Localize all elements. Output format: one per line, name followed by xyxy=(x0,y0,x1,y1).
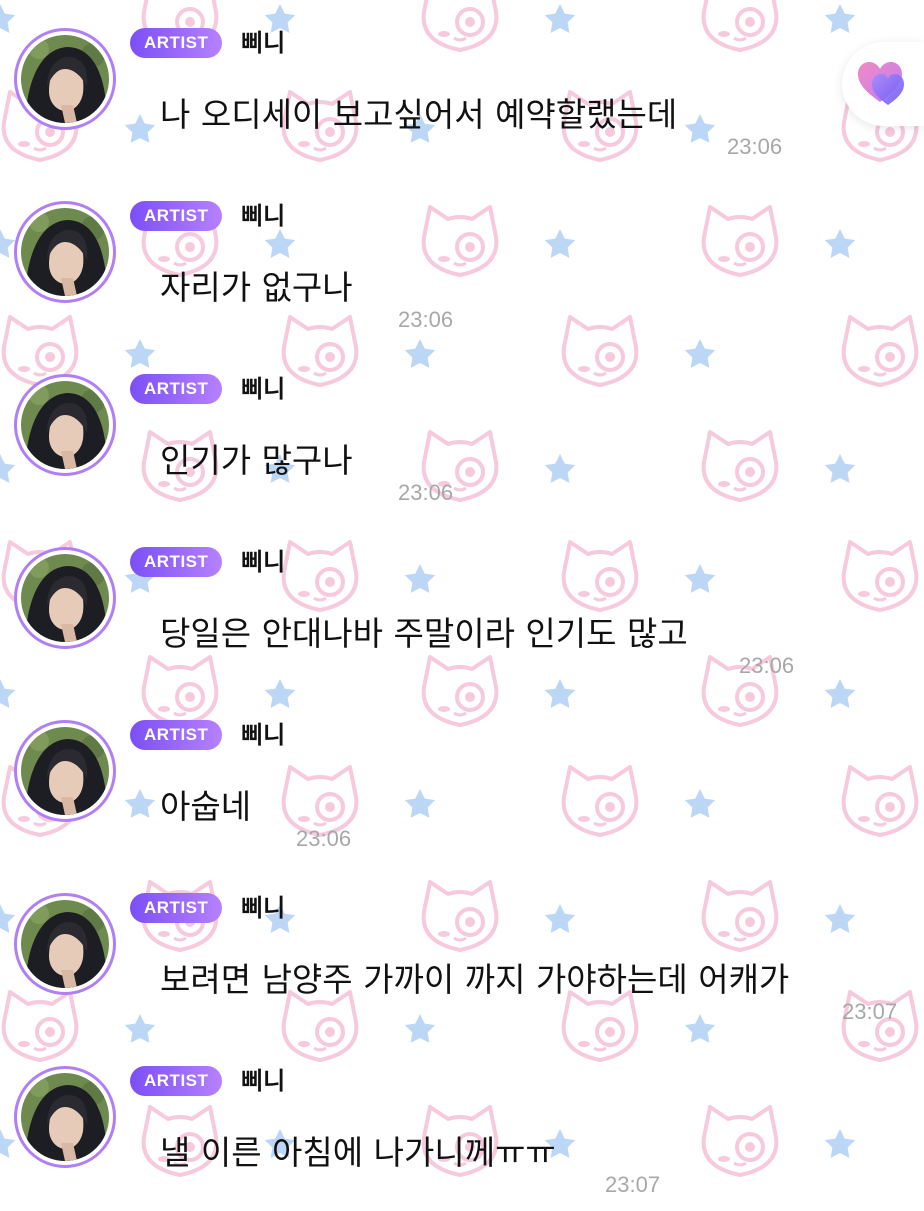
message-timestamp: 23:06 xyxy=(398,480,454,505)
message-text[interactable]: 인기가 많구나 xyxy=(160,439,353,483)
sender-name: 삐니 xyxy=(241,548,286,576)
sender-name: 삐니 xyxy=(241,1067,286,1095)
chat-message[interactable]: ARTIST 삐니나 오디세이 보고싶어서 예약할랬는데 23:06 xyxy=(0,0,924,173)
avatar-photo xyxy=(21,1073,109,1161)
artist-avatar[interactable] xyxy=(14,28,116,130)
artist-avatar[interactable] xyxy=(14,1066,116,1168)
artist-badge: ARTIST xyxy=(130,893,223,923)
message-timestamp: 23:06 xyxy=(727,134,783,159)
avatar-photo xyxy=(21,381,109,469)
chat-message[interactable]: ARTIST 삐니인기가 많구나 23:06 xyxy=(0,346,924,519)
avatar-photo xyxy=(21,208,109,296)
message-text[interactable]: 자리가 없구나 xyxy=(160,266,353,310)
artist-badge: ARTIST xyxy=(130,374,223,404)
message-timestamp: 23:06 xyxy=(739,653,795,678)
message-text[interactable]: 당일은 안대나바 주말이라 인기도 많고 xyxy=(160,612,688,656)
artist-badge: ARTIST xyxy=(130,28,223,58)
artist-avatar[interactable] xyxy=(14,374,116,476)
chat-message-list[interactable]: ARTIST 삐니 나 오디세이 보고싶어서 예약할랬는데 23:06 ARTIST 삐니… xyxy=(0,0,924,1200)
sender-name: 삐니 xyxy=(241,375,286,403)
chat-message[interactable]: ARTIST 삐니자리가 없구나 23:06 xyxy=(0,173,924,346)
artist-avatar[interactable] xyxy=(14,720,116,822)
heart-icon xyxy=(858,62,904,105)
chat-message[interactable]: ARTIST 삐니보려면 남양주 가까이 까지 가야하는데 어캐가 23:07 xyxy=(0,865,924,1038)
message-text[interactable]: 나 오디세이 보고싶어서 예약할랬는데 xyxy=(160,93,677,137)
avatar-photo xyxy=(21,35,109,123)
chat-message[interactable]: ARTIST 삐니당일은 안대나바 주말이라 인기도 많고 23:06 xyxy=(0,519,924,692)
message-text[interactable]: 보려면 남양주 가까이 까지 가야하는데 어캐가 xyxy=(160,958,789,1002)
artist-avatar[interactable] xyxy=(14,201,116,303)
sender-name: 삐니 xyxy=(241,202,286,230)
chat-message[interactable]: ARTIST 삐니아숩네 23:06 xyxy=(0,692,924,865)
message-timestamp: 23:07 xyxy=(605,1172,661,1197)
avatar-photo xyxy=(21,900,109,988)
chat-message[interactable]: ARTIST 삐니낼 이른 아침에 나가니께ㅠㅠ 23:07 xyxy=(0,1038,924,1211)
artist-badge: ARTIST xyxy=(130,1066,223,1096)
message-timestamp: 23:06 xyxy=(296,826,352,851)
artist-avatar[interactable] xyxy=(14,547,116,649)
sender-name: 삐니 xyxy=(241,721,286,749)
avatar-photo xyxy=(21,554,109,642)
artist-badge: ARTIST xyxy=(130,720,223,750)
message-timestamp: 23:07 xyxy=(842,999,898,1024)
message-text[interactable]: 낼 이른 아침에 나가니께ㅠㅠ xyxy=(160,1131,556,1175)
artist-badge: ARTIST xyxy=(130,201,223,231)
artist-avatar[interactable] xyxy=(14,893,116,995)
avatar-photo xyxy=(21,727,109,815)
artist-badge: ARTIST xyxy=(130,547,223,577)
message-timestamp: 23:06 xyxy=(398,307,454,332)
sender-name: 삐니 xyxy=(241,894,286,922)
message-text[interactable]: 아숩네 xyxy=(160,785,251,829)
like-button[interactable] xyxy=(842,42,924,126)
sender-name: 삐니 xyxy=(241,29,286,57)
